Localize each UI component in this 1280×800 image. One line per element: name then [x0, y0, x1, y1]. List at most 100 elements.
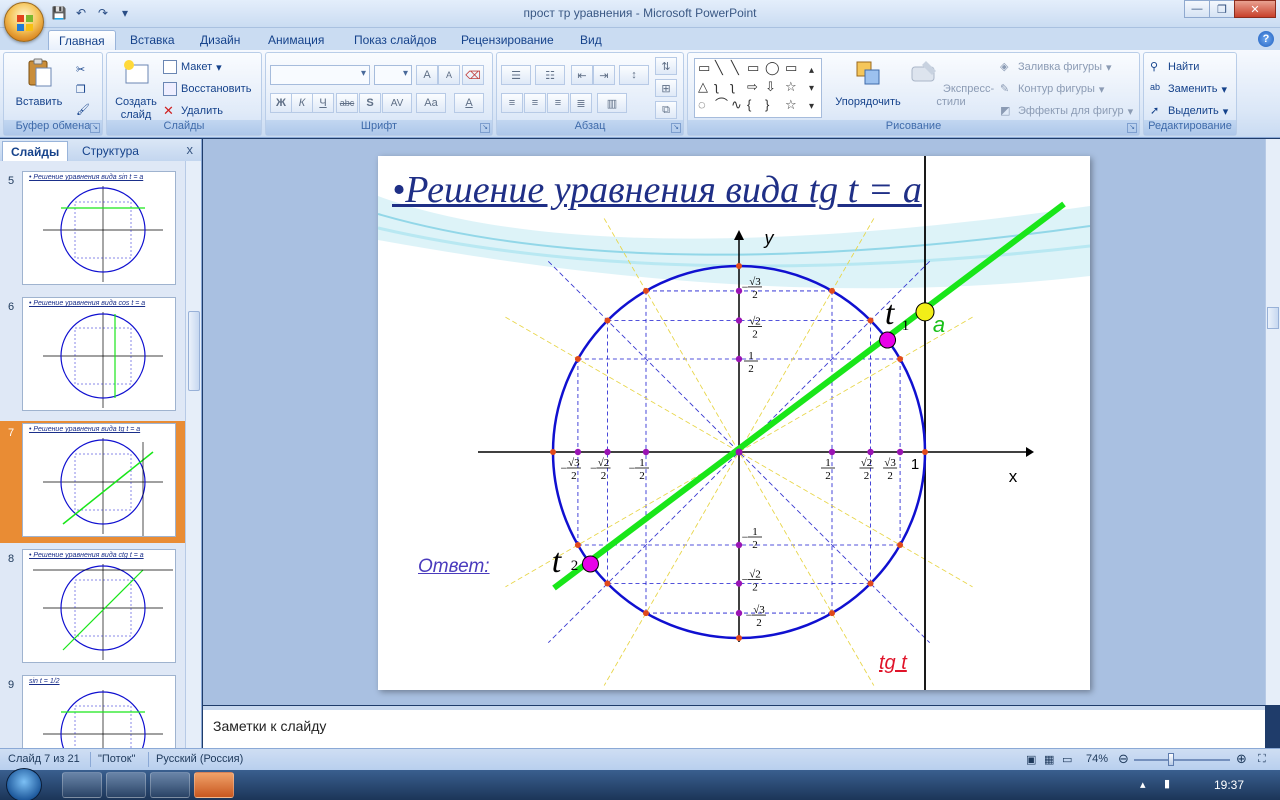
delete-slide-button[interactable]: ✕ Удалить: [163, 101, 223, 121]
bold-button[interactable]: Ж: [270, 93, 292, 113]
answer-label[interactable]: Ответ:: [418, 556, 490, 578]
strike-button[interactable]: abc: [336, 93, 358, 113]
tab-view[interactable]: Вид: [570, 30, 612, 50]
start-button[interactable]: [6, 768, 42, 800]
thumbnail-slide-9[interactable]: 9 sin t = 1/2: [0, 673, 186, 748]
scroll-thumb[interactable]: [188, 311, 200, 391]
help-icon[interactable]: ?: [1258, 31, 1274, 47]
close-pane-icon[interactable]: x: [187, 142, 194, 157]
fit-window-icon[interactable]: ⛶: [1258, 753, 1266, 766]
circle-point: [829, 287, 835, 294]
font-name-combo[interactable]: [270, 65, 370, 85]
tab-home[interactable]: Главная: [48, 30, 116, 50]
text-direction-icon[interactable]: ⇅: [655, 57, 677, 75]
close-button[interactable]: ✕: [1234, 0, 1276, 18]
tray-arrow-icon[interactable]: ▴: [1140, 778, 1146, 791]
cut-icon[interactable]: ✂: [76, 59, 85, 79]
font-launcher-icon[interactable]: ↘: [480, 123, 490, 133]
tab-insert[interactable]: Вставка: [120, 30, 185, 50]
thumbnail-slide-6[interactable]: 6 • Решение уравнения вида cos t = a: [0, 295, 186, 417]
thumbnail-slide-5[interactable]: 5 • Решение уравнения вида sin t = a: [0, 169, 186, 291]
zoom-slider-handle[interactable]: [1168, 753, 1174, 766]
notes-pane[interactable]: Заметки к слайду: [203, 706, 1265, 748]
reset-button[interactable]: Восстановить: [163, 79, 251, 99]
slide-scrollbar[interactable]: [1265, 139, 1280, 705]
thumbnail-preview[interactable]: sin t = 1/2: [22, 675, 176, 748]
slideshow-view-icon[interactable]: ▭: [1062, 753, 1072, 766]
shape-effects-button[interactable]: ◩ Эффекты для фигур ▾: [1000, 101, 1133, 121]
tab-design[interactable]: Дизайн: [190, 30, 250, 50]
tab-animation[interactable]: Анимация: [258, 30, 334, 50]
copy-icon[interactable]: ❐: [76, 79, 86, 99]
network-icon[interactable]: ▮: [1164, 777, 1170, 790]
calculator-icon[interactable]: [106, 772, 146, 798]
thumbnail-scrollbar[interactable]: [185, 161, 201, 748]
paste-button[interactable]: Вставить: [10, 57, 68, 109]
align-text-icon[interactable]: ⊞: [655, 79, 677, 97]
explorer-icon[interactable]: [150, 772, 190, 798]
align-left-icon[interactable]: ≡: [501, 93, 523, 113]
format-painter-icon[interactable]: 🖌: [76, 99, 90, 119]
justify-icon[interactable]: ≣: [570, 93, 592, 113]
tab-review[interactable]: Рецензирование: [451, 30, 564, 50]
shadow-button[interactable]: S: [359, 93, 381, 113]
scroll-thumb[interactable]: [1267, 307, 1279, 329]
tg-hyperlink[interactable]: tg t: [879, 652, 907, 675]
new-slide-button[interactable]: Создать слайд: [107, 57, 165, 122]
quick-styles-button[interactable]: Экспресс-стили: [906, 57, 996, 109]
zoom-out-icon[interactable]: ⊖: [1118, 751, 1129, 767]
language-indicator[interactable]: Русский (Россия): [156, 753, 243, 765]
clear-format-icon[interactable]: ⌫: [462, 65, 484, 85]
thumbnail-preview[interactable]: • Решение уравнения вида tg t = a: [22, 423, 176, 537]
replace-button[interactable]: ab Заменить ▾: [1150, 79, 1227, 99]
thumbnail-slide-7[interactable]: 7 • Решение уравнения вида tg t = a: [0, 421, 186, 543]
thumbnail-preview[interactable]: • Решение уравнения вида ctg t = a: [22, 549, 176, 663]
zoom-level[interactable]: 74%: [1086, 753, 1108, 765]
thumbnail-preview[interactable]: • Решение уравнения вида cos t = a: [22, 297, 176, 411]
firefox-icon[interactable]: [62, 772, 102, 798]
underline-button[interactable]: Ч: [312, 93, 334, 113]
minimize-button[interactable]: —: [1184, 0, 1210, 18]
drawing-launcher-icon[interactable]: ↘: [1127, 123, 1137, 133]
zoom-in-icon[interactable]: ⊕: [1236, 751, 1247, 767]
sorter-view-icon[interactable]: ▦: [1044, 753, 1054, 766]
shape-outline-button[interactable]: ✎ Контур фигуры ▾: [1000, 79, 1104, 99]
numbering-icon[interactable]: ☷: [535, 65, 565, 85]
clipboard-launcher-icon[interactable]: ↘: [90, 123, 100, 133]
bullets-icon[interactable]: ☰: [501, 65, 531, 85]
layout-button[interactable]: Макет ▾: [163, 57, 222, 77]
slide-title[interactable]: •Решение уравнения вида tg t = a: [392, 168, 922, 212]
thumbnail-preview[interactable]: • Решение уравнения вида sin t = a: [22, 171, 176, 285]
tab-outline[interactable]: Структура: [74, 141, 147, 161]
spacing-button[interactable]: AV: [382, 93, 412, 113]
align-center-icon[interactable]: ≡: [524, 93, 546, 113]
select-button[interactable]: ➚ Выделить ▾: [1150, 101, 1228, 121]
shrink-font-button[interactable]: A: [438, 65, 460, 85]
smartart-icon[interactable]: ⧉: [655, 101, 677, 119]
indent-icon[interactable]: ⇥: [593, 65, 615, 85]
change-case-button[interactable]: Aa: [416, 93, 446, 113]
powerpoint-task-icon[interactable]: [194, 772, 234, 798]
paragraph-launcher-icon[interactable]: ↘: [671, 123, 681, 133]
font-size-combo[interactable]: [374, 65, 412, 85]
shape-fill-button[interactable]: ◈ Заливка фигуры ▾: [1000, 57, 1112, 77]
thumbnail-slide-8[interactable]: 8 • Решение уравнения вида ctg t = a: [0, 547, 186, 669]
theme-name[interactable]: "Поток": [98, 753, 135, 765]
grow-font-button[interactable]: A: [416, 65, 438, 85]
zoom-slider[interactable]: [1134, 759, 1230, 761]
arrange-button[interactable]: Упорядочить: [828, 57, 908, 109]
normal-view-icon[interactable]: ▣: [1026, 753, 1036, 766]
tab-slides[interactable]: Слайды: [2, 141, 69, 161]
office-button[interactable]: [4, 2, 44, 42]
find-button[interactable]: ⚲ Найти: [1150, 57, 1199, 77]
font-color-button[interactable]: A: [454, 93, 484, 113]
tab-slideshow[interactable]: Показ слайдов: [344, 30, 447, 50]
italic-button[interactable]: К: [291, 93, 313, 113]
shapes-gallery[interactable]: ▭ ╲ ╲ ▭ ◯ ▭ △ ʅ ʅ ⇨ ⇩ ☆ ◌ ⌒ ∿ {} ☆ ▴ ▾ ▾: [694, 58, 822, 118]
line-spacing-icon[interactable]: ↕: [619, 65, 649, 85]
columns-icon[interactable]: ▥: [597, 93, 627, 113]
align-right-icon[interactable]: ≡: [547, 93, 569, 113]
current-slide[interactable]: t 1 t 2 a y x 1− √3 2 √2 2 1 2−1 2− √2 2− √3 2 1 2 √2 2 √3 2− √3 2…: [378, 156, 1090, 690]
restore-button[interactable]: ❐: [1209, 0, 1235, 18]
outdent-icon[interactable]: ⇤: [571, 65, 593, 85]
